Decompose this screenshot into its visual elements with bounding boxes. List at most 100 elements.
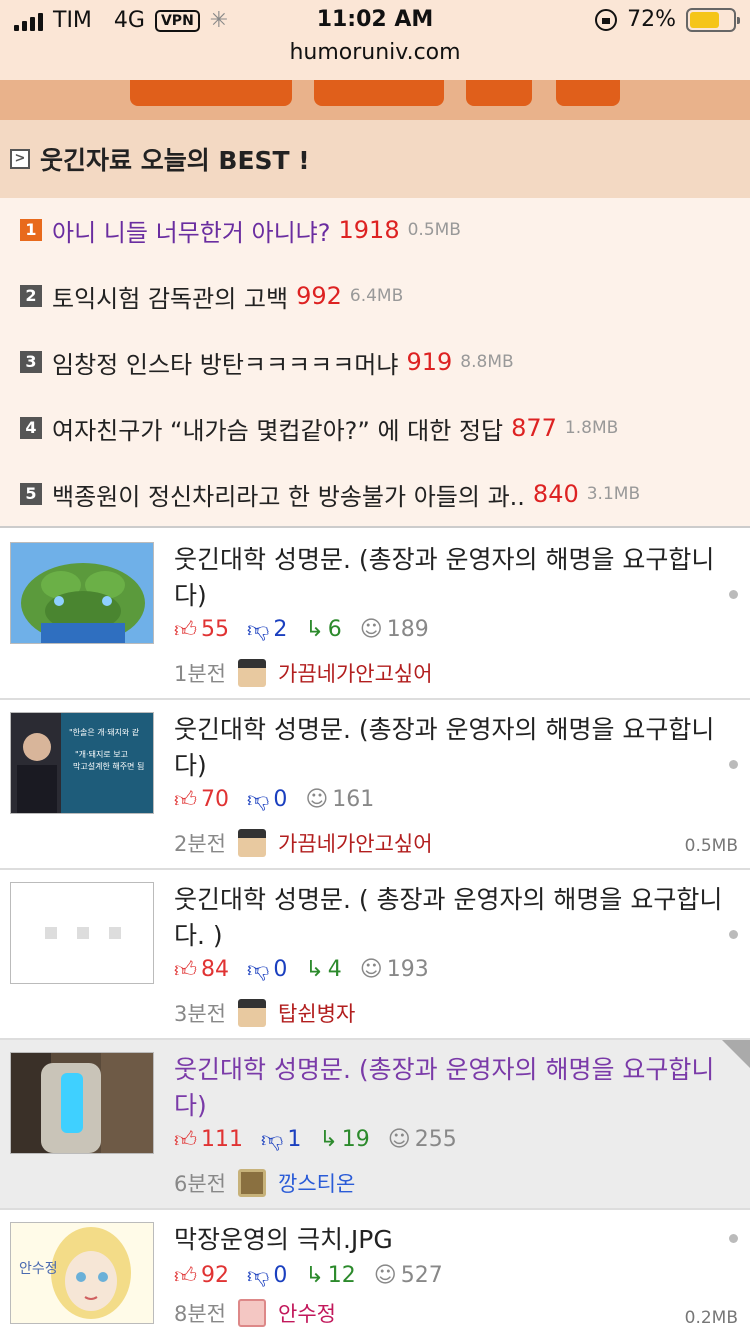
thumbs-down-icon: 👎︎: [247, 958, 270, 983]
downvote-count: 1: [287, 1127, 302, 1152]
best-item[interactable]: 4 여자친구가 “내가슴 몇컵같아?” 에 대한 정답 877 1.8MB: [20, 408, 618, 448]
best-item[interactable]: 1 아니 니들 너무한거 아니냐? 1918 0.5MB: [20, 210, 461, 250]
battery-icon: [686, 7, 740, 32]
thumb-caption-line: "개·돼지로 보고: [75, 749, 128, 759]
post-thumbnail[interactable]: 안수정: [10, 1222, 154, 1324]
best-item-count: 919: [406, 348, 453, 376]
thumbs-down-icon: 👎︎: [247, 618, 270, 643]
post-title[interactable]: 웃긴대학 성명문. (총장과 운영자의 해명을 요구합니다): [174, 542, 744, 614]
post-thumbnail[interactable]: [10, 882, 154, 984]
best-item-count: 992: [296, 282, 342, 310]
more-dot-icon[interactable]: [729, 1234, 738, 1243]
thumbs-up-icon: 👍︎: [174, 1264, 197, 1289]
thumbs-up-icon: 👍︎: [174, 618, 197, 643]
menu-button-3[interactable]: [466, 80, 532, 106]
author-name[interactable]: 가끔네가안고싶어: [278, 828, 433, 858]
more-dot-icon[interactable]: [729, 930, 738, 939]
author-name[interactable]: 안수정: [278, 1298, 336, 1328]
post-title[interactable]: 웃긴대학 성명문. ( 총장과 운영자의 해명을 요구합니다. ): [174, 882, 744, 954]
post-time: 3분전: [174, 1002, 227, 1026]
post-stats: 👍︎ 70 👎︎ 0 ☺ 161: [174, 786, 374, 813]
robot-image-icon: [11, 1053, 153, 1153]
thumbs-up-icon: 👍︎: [174, 1128, 197, 1153]
rotation-lock-icon: [595, 8, 618, 31]
post-row[interactable]: 웃긴대학 성명문. (총장과 운영자의 해명을 요구합니다) 👍︎ 111 👎︎ 1…: [0, 1040, 750, 1210]
thumbs-up-icon: 👍︎: [174, 788, 197, 813]
rank-badge: 4: [20, 417, 42, 439]
view-icon: ☺: [359, 957, 383, 982]
author-name[interactable]: 깡스티온: [278, 1168, 355, 1198]
post-stats: 👍︎ 55 👎︎ 2 ↳ 6 ☺ 189: [174, 616, 429, 643]
thumb-caption-line: 막고설계한 해주면 됨: [73, 761, 144, 771]
post-thumbnail[interactable]: [10, 1052, 154, 1154]
best-item-title[interactable]: 임창정 인스타 방탄ㅋㅋㅋㅋㅋ머냐: [52, 345, 398, 380]
best-item-size: 6.4MB: [349, 286, 404, 306]
thumbs-down-icon: 👎︎: [247, 788, 270, 813]
best-item[interactable]: 5 백종원이 정신차리라고 한 방송불가 아들의 과.. 840 3.1MB: [20, 474, 640, 514]
rank-badge: 2: [20, 285, 42, 307]
avatar: [238, 1169, 267, 1197]
downvote-count: 0: [273, 787, 288, 812]
news-image-icon: "한솔은 개·돼지와 같 "개·돼지로 보고 막고설계한 해주면 됨: [11, 713, 153, 813]
menu-button-1[interactable]: [130, 80, 292, 106]
more-dot-icon[interactable]: [729, 590, 738, 599]
best-item-size: 1.8MB: [564, 418, 619, 438]
view-icon: ☺: [305, 787, 329, 812]
post-row[interactable]: 웃긴대학 성명문. (총장과 운영자의 해명을 요구합니다) 👍︎ 55 👎︎ 2 …: [0, 530, 750, 700]
post-row[interactable]: 안수정 막장운영의 극치.JPG 👍︎ 92 👎︎ 0 ↳ 12 ☺ 527 8분전 안…: [0, 1210, 750, 1334]
post-time: 8분전: [174, 1302, 227, 1326]
post-stats: 👍︎ 84 👎︎ 0 ↳ 4 ☺ 193: [174, 956, 429, 983]
thumb-caption-line: "한솔은 개·돼지와 같: [69, 727, 140, 737]
view-icon: ☺: [359, 617, 383, 642]
author-name[interactable]: 가끔네가안고싶어: [278, 658, 433, 688]
post-stats: 👍︎ 111 👎︎ 1 ↳ 19 ☺ 255: [174, 1126, 457, 1153]
portrait-image-icon: 안수정: [11, 1223, 153, 1323]
best-header: > 웃긴자료 오늘의 BEST !: [0, 120, 750, 198]
frog-image-icon: [11, 543, 153, 643]
portrait-signature: 안수정: [19, 1261, 58, 1277]
best-item-count: 1918: [338, 216, 400, 244]
view-count: 161: [332, 787, 375, 812]
reply-count: 12: [327, 1263, 356, 1288]
post-title[interactable]: 웃긴대학 성명문. (총장과 운영자의 해명을 요구합니다): [174, 1052, 744, 1124]
upvote-count: 92: [201, 1263, 229, 1288]
best-item[interactable]: 3 임창정 인스타 방탄ㅋㅋㅋㅋㅋ머냐 919 8.8MB: [20, 342, 514, 382]
thumbs-down-icon: 👎︎: [261, 1128, 284, 1153]
thumbs-up-icon: 👍︎: [174, 958, 197, 983]
upvote-count: 84: [201, 957, 229, 982]
post-row[interactable]: "한솔은 개·돼지와 같 "개·돼지로 보고 막고설계한 해주면 됨 웃긴대학 …: [0, 700, 750, 870]
view-icon: ☺: [373, 1263, 397, 1288]
downvote-count: 0: [273, 957, 288, 982]
menu-strip: [0, 80, 750, 120]
rank-badge: 5: [20, 483, 42, 505]
upvote-count: 70: [201, 787, 229, 812]
post-title[interactable]: 웃긴대학 성명문. (총장과 운영자의 해명을 요구합니다): [174, 712, 744, 784]
menu-button-4[interactable]: [556, 80, 620, 106]
avatar: [238, 829, 267, 857]
post-thumbnail[interactable]: [10, 542, 154, 644]
view-icon: ☺: [387, 1127, 411, 1152]
best-item-title[interactable]: 여자친구가 “내가슴 몇컵같아?” 에 대한 정답: [52, 411, 503, 446]
upvote-count: 111: [201, 1127, 243, 1152]
author-name[interactable]: 탑쉰병자: [278, 998, 355, 1028]
post-row[interactable]: 웃긴대학 성명문. ( 총장과 운영자의 해명을 요구합니다. ) 👍︎ 84 👎…: [0, 870, 750, 1040]
arrow-right-icon: >: [10, 149, 30, 169]
post-time: 6분전: [174, 1172, 227, 1196]
post-title[interactable]: 막장운영의 극치.JPG: [174, 1222, 744, 1258]
post-time: 2분전: [174, 832, 227, 856]
post-time: 1분전: [174, 662, 227, 686]
post-thumbnail[interactable]: "한솔은 개·돼지와 같 "개·돼지로 보고 막고설계한 해주면 됨: [10, 712, 154, 814]
placeholder-image-icon: [45, 927, 121, 939]
best-item[interactable]: 2 토익시험 감독관의 고백 992 6.4MB: [20, 276, 403, 316]
best-item-title[interactable]: 토익시험 감독관의 고백: [52, 279, 288, 314]
view-count: 193: [386, 957, 429, 982]
best-item-title[interactable]: 아니 니들 너무한거 아니냐?: [52, 213, 331, 248]
reply-icon: ↳: [305, 1263, 324, 1288]
address-url[interactable]: humoruniv.com: [0, 40, 750, 65]
more-dot-icon[interactable]: [729, 760, 738, 769]
avatar: [238, 659, 267, 687]
view-count: 527: [400, 1263, 443, 1288]
menu-button-2[interactable]: [314, 80, 444, 106]
best-item-title[interactable]: 백종원이 정신차리라고 한 방송불가 아들의 과..: [52, 477, 525, 512]
downvote-count: 2: [273, 617, 288, 642]
